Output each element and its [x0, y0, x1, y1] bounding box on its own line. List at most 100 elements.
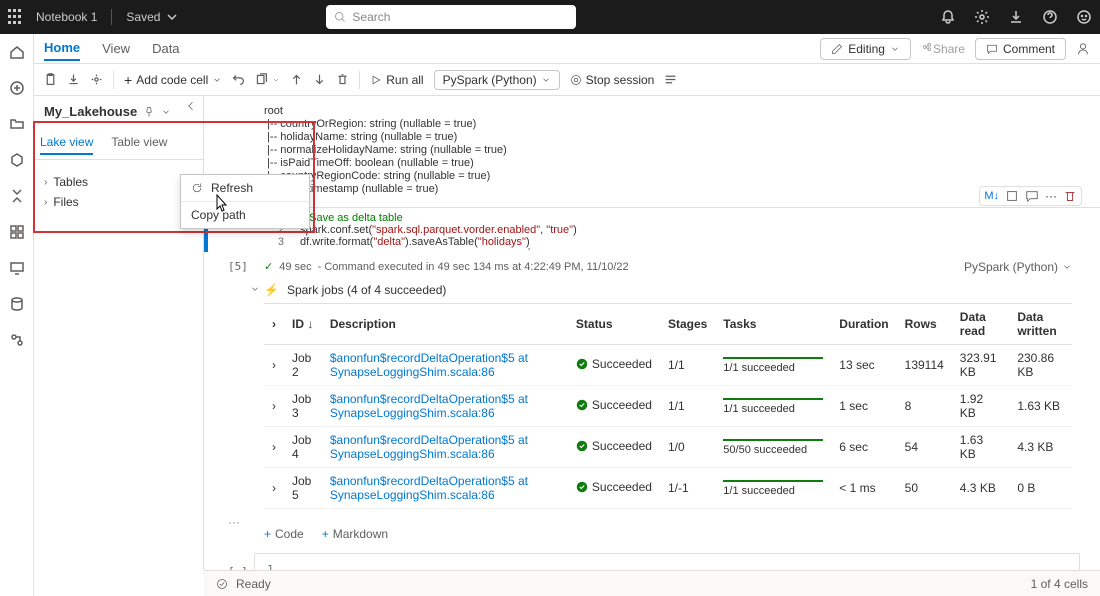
table-row[interactable]: › Job 4 $anonfun$recordDeltaOperation$5 … — [264, 427, 1072, 468]
add-markdown-button[interactable]: +Markdown — [322, 527, 388, 541]
delete-cell-icon[interactable] — [1063, 189, 1077, 203]
help-icon[interactable] — [1042, 9, 1058, 25]
workspaces-icon[interactable] — [9, 188, 25, 204]
home-icon[interactable] — [9, 44, 25, 60]
schema-output: root |-- countryOrRegion: string (nullab… — [204, 96, 1100, 203]
job-link[interactable]: $anonfun$recordDeltaOperation$5 at Synap… — [330, 433, 528, 461]
table-row[interactable]: › Job 5 $anonfun$recordDeltaOperation$5 … — [264, 468, 1072, 509]
markdown-toggle[interactable]: M↓ — [984, 190, 999, 202]
copy-icon[interactable] — [255, 73, 280, 86]
browse-icon[interactable] — [9, 116, 25, 132]
cell-kernel[interactable]: PySpark (Python) — [964, 260, 1072, 274]
top-bar: Notebook 1 Saved Search — [0, 0, 1100, 34]
undo-icon[interactable] — [232, 73, 245, 86]
notifications-icon[interactable] — [940, 9, 956, 25]
expand-row-icon[interactable]: › — [272, 481, 276, 495]
add-code-button[interactable]: +Code — [264, 527, 304, 541]
feedback-icon[interactable] — [1076, 9, 1092, 25]
col-id[interactable]: ID ↓ — [284, 304, 322, 345]
col-stages[interactable]: Stages — [660, 304, 715, 345]
ribbon-tabs: Home View Data Editing Share Comment — [34, 34, 1100, 64]
job-link[interactable]: $anonfun$recordDeltaOperation$5 at Synap… — [330, 474, 528, 502]
col-duration[interactable]: Duration — [831, 304, 896, 345]
col-rows[interactable]: Rows — [897, 304, 952, 345]
expand-row-icon[interactable]: › — [272, 399, 276, 413]
expand-row-icon[interactable]: › — [272, 358, 276, 372]
empty-code-cell[interactable]: 1 Press shift + enter to run PySpark (Py… — [254, 553, 1080, 570]
context-menu: Refresh Copy path — [180, 174, 310, 229]
apps-icon[interactable] — [9, 224, 25, 240]
table-row[interactable]: › Job 3 $anonfun$recordDeltaOperation$5 … — [264, 386, 1072, 427]
notebook-title[interactable]: Notebook 1 — [36, 10, 97, 24]
execution-count: [5] — [228, 260, 248, 273]
tab-table-view[interactable]: Table view — [111, 131, 167, 155]
code-cell[interactable]: M↓ ··· 1# Save as delta table 2spark.con… — [204, 207, 1100, 252]
import-icon[interactable] — [67, 73, 80, 86]
move-up-icon[interactable] — [290, 73, 303, 86]
col-data-written[interactable]: Data written — [1009, 304, 1072, 345]
comment-button[interactable]: Comment — [975, 38, 1066, 60]
status-ready: Ready — [236, 577, 271, 591]
job-link[interactable]: $anonfun$recordDeltaOperation$5 at Synap… — [330, 392, 528, 420]
status-bar: Ready 1 of 4 cells — [204, 570, 1100, 596]
lakehouse-name[interactable]: My_Lakehouse — [44, 104, 137, 119]
clipboard-icon[interactable] — [44, 73, 57, 86]
kernel-select[interactable]: PySpark (Python) — [434, 70, 560, 90]
table-row[interactable]: › Job 2 $anonfun$recordDeltaOperation$5 … — [264, 345, 1072, 386]
search-placeholder: Search — [352, 10, 390, 24]
col-status[interactable]: Status — [568, 304, 660, 345]
spark-jobs-header: Spark jobs (4 of 4 succeeded) — [287, 283, 446, 297]
tree-item-files[interactable]: › Files — [40, 192, 197, 212]
tab-home[interactable]: Home — [44, 36, 80, 61]
col-data-read[interactable]: Data read — [952, 304, 1010, 345]
comment-cell-icon[interactable] — [1025, 189, 1039, 203]
delete-icon[interactable] — [336, 73, 349, 86]
chevron-right-icon: › — [44, 197, 47, 208]
collapse-sidebar-icon[interactable] — [185, 100, 197, 115]
tab-lake-view[interactable]: Lake view — [40, 131, 93, 155]
more-cell-icon[interactable]: ··· — [1045, 189, 1057, 203]
tab-view[interactable]: View — [102, 37, 130, 60]
cell-toolbar: M↓ ··· — [979, 186, 1082, 206]
editing-mode[interactable]: Editing — [820, 38, 911, 60]
menu-item-refresh[interactable]: Refresh — [181, 175, 309, 201]
success-icon — [576, 481, 588, 493]
col-tasks[interactable]: Tasks — [715, 304, 831, 345]
save-status[interactable]: Saved — [126, 9, 180, 25]
settings-icon[interactable] — [974, 9, 990, 25]
settings-gear-icon[interactable] — [90, 73, 103, 86]
tab-data[interactable]: Data — [152, 37, 179, 60]
toolbar: +Add code cell Run all PySpark (Python) … — [34, 64, 1100, 96]
refresh-icon — [191, 182, 203, 194]
deployment-icon[interactable] — [9, 332, 25, 348]
expand-col[interactable]: › — [264, 304, 284, 345]
freeze-icon[interactable] — [1005, 189, 1019, 203]
app-launcher-icon[interactable] — [8, 9, 24, 25]
people-icon[interactable] — [1076, 42, 1090, 56]
run-all-button[interactable]: Run all — [370, 73, 423, 87]
monitor-icon[interactable] — [9, 260, 25, 276]
onelake-icon[interactable] — [9, 152, 25, 168]
menu-item-copy-path[interactable]: Copy path — [181, 202, 309, 228]
share-button[interactable]: Share — [921, 41, 965, 56]
expand-row-icon[interactable]: › — [272, 440, 276, 454]
more-output-icon[interactable]: ··· — [228, 515, 240, 529]
cursor-icon — [214, 194, 230, 214]
data-icon[interactable] — [9, 296, 25, 312]
create-icon[interactable] — [9, 80, 25, 96]
download-icon[interactable] — [1008, 9, 1024, 25]
chevron-down-icon[interactable] — [161, 107, 171, 117]
stop-session-button[interactable]: Stop session — [570, 73, 655, 87]
job-link[interactable]: $anonfun$recordDeltaOperation$5 at Synap… — [330, 351, 528, 379]
add-code-cell-button[interactable]: +Add code cell — [124, 72, 222, 88]
move-down-icon[interactable] — [313, 73, 326, 86]
variables-icon[interactable] — [664, 73, 677, 86]
col-description[interactable]: Description — [322, 304, 568, 345]
search-input[interactable]: Search — [326, 5, 576, 29]
tree-item-tables[interactable]: › Tables ··· — [40, 172, 197, 192]
collapse-spark-icon[interactable] — [250, 283, 260, 297]
status-icon — [216, 578, 228, 590]
pin-icon[interactable] — [143, 106, 155, 118]
cell-count: 1 of 4 cells — [1031, 577, 1088, 591]
check-icon: ✓ — [264, 260, 273, 273]
